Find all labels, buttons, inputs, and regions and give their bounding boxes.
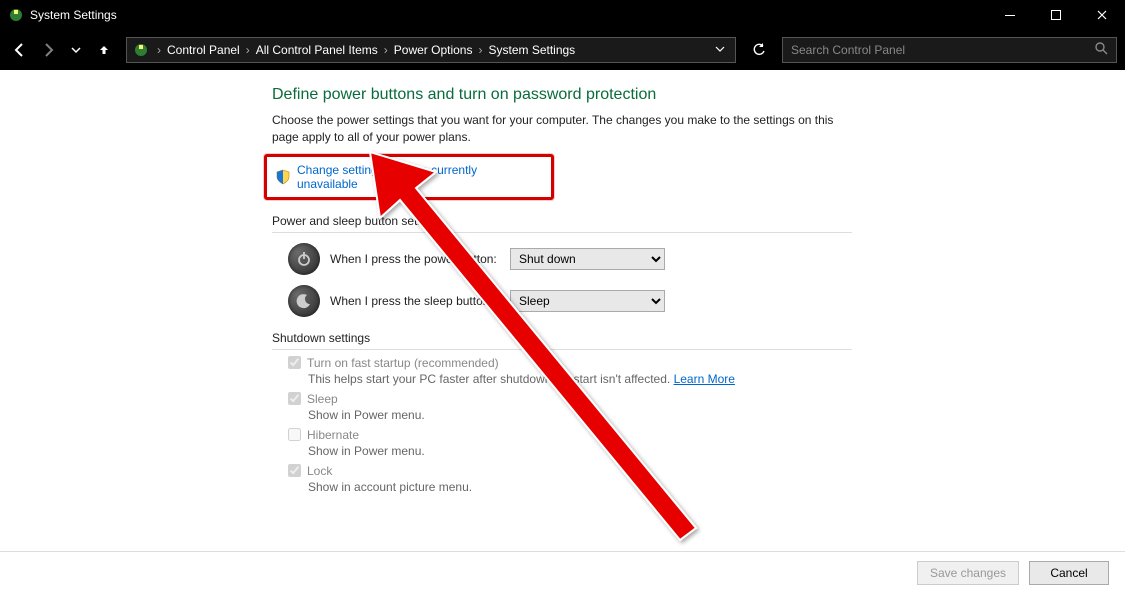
- fast-startup-option: Turn on fast startup (recommended): [288, 356, 852, 370]
- search-input[interactable]: [791, 43, 1095, 57]
- up-button[interactable]: [92, 38, 116, 62]
- power-icon: [288, 243, 320, 275]
- window-controls: [987, 0, 1125, 30]
- shield-icon: [275, 169, 291, 185]
- close-button[interactable]: [1079, 0, 1125, 30]
- fast-startup-checkbox: [288, 356, 301, 369]
- hibernate-checkbox: [288, 428, 301, 441]
- power-button-row: When I press the power button: Shut down: [288, 243, 852, 275]
- chevron-right-icon: ›: [155, 43, 163, 57]
- save-changes-button: Save changes: [917, 561, 1019, 585]
- chevron-right-icon: ›: [244, 43, 252, 57]
- fast-startup-desc-text: This helps start your PC faster after sh…: [308, 372, 674, 386]
- maximize-button[interactable]: [1033, 0, 1079, 30]
- page-title: Define power buttons and turn on passwor…: [272, 86, 852, 104]
- navbar: › Control Panel › All Control Panel Item…: [0, 30, 1125, 70]
- learn-more-link[interactable]: Learn More: [674, 372, 735, 386]
- chevron-down-icon[interactable]: [715, 43, 725, 57]
- sleep-desc: Show in Power menu.: [308, 408, 852, 422]
- forward-button[interactable]: [36, 38, 60, 62]
- control-panel-icon: [133, 42, 149, 58]
- footer: Save changes Cancel: [0, 551, 1125, 593]
- chevron-right-icon: ›: [476, 43, 484, 57]
- chevron-right-icon: ›: [382, 43, 390, 57]
- address-bar[interactable]: › Control Panel › All Control Panel Item…: [126, 37, 736, 63]
- recent-locations-button[interactable]: [64, 38, 88, 62]
- back-button[interactable]: [8, 38, 32, 62]
- sleep-button-row: When I press the sleep button: Sleep: [288, 285, 852, 317]
- hibernate-label: Hibernate: [307, 428, 359, 442]
- page-description: Choose the power settings that you want …: [272, 112, 852, 146]
- section-header-shutdown: Shutdown settings: [272, 331, 852, 350]
- sleep-button-select[interactable]: Sleep: [510, 290, 665, 312]
- sleep-option: Sleep: [288, 392, 852, 406]
- sleep-checkbox: [288, 392, 301, 405]
- search-icon: [1095, 42, 1108, 58]
- hibernate-desc: Show in Power menu.: [308, 444, 852, 458]
- sleep-label: Sleep: [307, 392, 338, 406]
- section-header-power-sleep: Power and sleep button settings: [272, 214, 852, 233]
- shutdown-settings-list: Turn on fast startup (recommended) This …: [272, 356, 852, 494]
- search-box[interactable]: [782, 37, 1117, 63]
- lock-checkbox: [288, 464, 301, 477]
- cancel-button[interactable]: Cancel: [1029, 561, 1109, 585]
- lock-label: Lock: [307, 464, 332, 478]
- sleep-button-label: When I press the sleep button:: [330, 294, 500, 308]
- content-area: Define power buttons and turn on passwor…: [0, 70, 1125, 551]
- power-button-select[interactable]: Shut down: [510, 248, 665, 270]
- breadcrumb-item[interactable]: Control Panel: [163, 43, 244, 57]
- window-title: System Settings: [30, 8, 987, 22]
- minimize-button[interactable]: [987, 0, 1033, 30]
- hibernate-option: Hibernate: [288, 428, 852, 442]
- refresh-button[interactable]: [746, 37, 772, 63]
- lock-option: Lock: [288, 464, 852, 478]
- change-settings-link[interactable]: Change settings that are currently unava…: [297, 163, 539, 191]
- breadcrumb-item[interactable]: All Control Panel Items: [252, 43, 382, 57]
- app-icon: [8, 7, 24, 23]
- breadcrumb-item[interactable]: Power Options: [390, 43, 477, 57]
- annotation-highlight-box: Change settings that are currently unava…: [264, 154, 554, 200]
- sleep-icon: [288, 285, 320, 317]
- titlebar: System Settings: [0, 0, 1125, 30]
- fast-startup-label: Turn on fast startup (recommended): [307, 356, 499, 370]
- lock-desc: Show in account picture menu.: [308, 480, 852, 494]
- breadcrumb-item[interactable]: System Settings: [484, 43, 579, 57]
- fast-startup-desc: This helps start your PC faster after sh…: [308, 372, 852, 386]
- power-button-label: When I press the power button:: [330, 252, 500, 266]
